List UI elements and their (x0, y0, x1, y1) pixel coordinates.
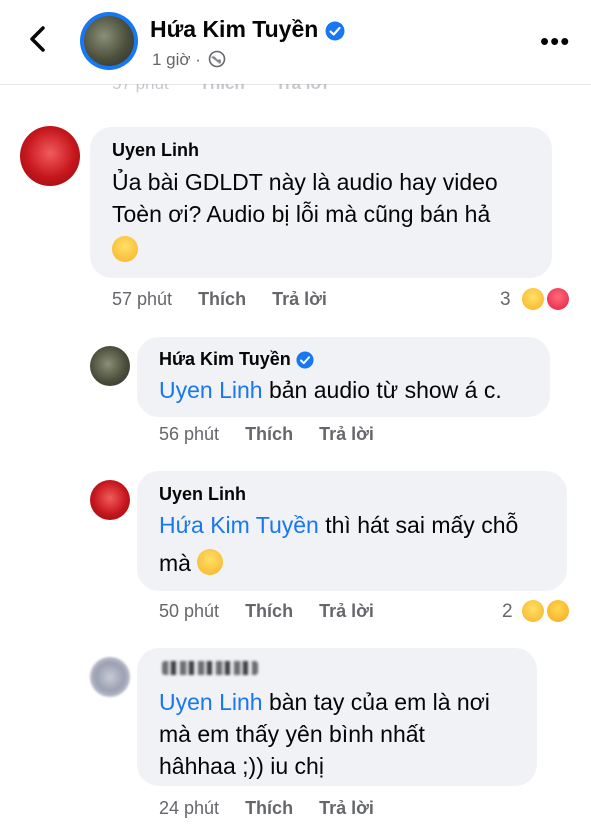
verified-badge-icon (325, 21, 345, 41)
comment-text-line: Hứa Kim Tuyền thì hát sai mấy chỗ (159, 509, 518, 541)
comment-time[interactable]: 24 phút (159, 798, 219, 819)
haha-reaction-icon (522, 288, 544, 310)
comment-actions: 50 phút Thích Trả lời (159, 601, 374, 622)
comment-text-line: mà em thấy yên bình nhất (159, 721, 425, 747)
haha-reaction-icon (522, 600, 544, 622)
love-reaction-icon (547, 288, 569, 310)
like-button[interactable]: Thích (245, 798, 293, 819)
comment-text-line: mà (159, 547, 224, 579)
comment-time[interactable]: 57 phút (112, 289, 172, 310)
reaction-count[interactable]: 3 (500, 289, 511, 311)
like-button[interactable]: Thích (198, 289, 246, 310)
reaction-count[interactable]: 2 (502, 601, 513, 623)
mention-link[interactable]: Uyen Linh (159, 377, 263, 403)
comment-text-body: thì hát sai mấy chỗ (318, 512, 519, 538)
reply-button[interactable]: Trả lời (272, 289, 327, 310)
comment-author[interactable]: Uyen Linh (159, 484, 246, 505)
grinning-sweat-emoji (112, 234, 138, 266)
back-button[interactable] (24, 24, 54, 54)
cut-action-row: 57 phút Thích Trả lời (112, 84, 327, 96)
more-options-button[interactable]: ••• (540, 28, 570, 54)
author-name[interactable]: Hứa Kim Tuyền (150, 16, 318, 42)
comment-text-line: Ủa bài GDLDT này là audio hay video (112, 169, 498, 195)
avatar-uyen-linh[interactable] (20, 126, 80, 186)
comment-time[interactable]: 50 phút (159, 601, 219, 622)
ellipsis-icon: ••• (540, 26, 571, 56)
comment-actions: 24 phút Thích Trả lời (159, 798, 374, 819)
post-header: Hứa Kim Tuyền 1 giờ · ••• (0, 0, 591, 85)
rolling-laughing-emoji (197, 549, 224, 575)
reply-button[interactable]: Trả lời (319, 798, 374, 819)
comment-actions: 57 phút Thích Trả lời (112, 289, 327, 310)
post-time[interactable]: 1 giờ · (152, 50, 201, 69)
comment-author[interactable]: Uyen Linh (112, 140, 199, 161)
like-button[interactable]: Thích (245, 601, 293, 622)
comment-text-line: Toèn ơi? Audio bị lỗi mà cũng bán hả (112, 201, 491, 227)
comment-text-line: Uyen Linh bàn tay của em là nơi (159, 686, 490, 718)
comment-text-body: bàn tay của em là nơi (262, 689, 490, 715)
post-time-row: 1 giờ · (152, 50, 226, 70)
globe-icon (208, 50, 225, 68)
like-button[interactable]: Thích (245, 424, 293, 445)
avatar-blurred[interactable] (90, 657, 130, 697)
author-name-wrapper[interactable]: Hứa Kim Tuyền (150, 16, 345, 43)
mention-link[interactable]: Uyen Linh (159, 689, 263, 715)
comment-author[interactable]: Hứa Kim Tuyền (159, 349, 291, 369)
comment-actions: 56 phút Thích Trả lời (159, 424, 374, 445)
blurred-author-name[interactable] (162, 661, 258, 675)
mention-link[interactable]: Hứa Kim Tuyền (159, 512, 319, 538)
comment-text-line: hâhhaa ;)) iu chị (159, 753, 324, 779)
avatar[interactable] (84, 16, 134, 66)
comment-text-body: bản audio từ show á c. (262, 377, 502, 403)
comment-text-body: mà (159, 550, 191, 576)
comment-time[interactable]: 56 phút (159, 424, 219, 445)
cut-time: 57 phút (112, 84, 169, 93)
verified-badge-icon (296, 351, 314, 369)
cut-like: Thích (199, 84, 244, 93)
avatar-uyen-linh[interactable] (90, 480, 130, 520)
care-reaction-icon (547, 600, 569, 622)
chevron-left-icon (30, 26, 45, 52)
cut-reply: Trả lời (276, 84, 328, 93)
reply-button[interactable]: Trả lời (319, 601, 374, 622)
avatar-hua-kim-tuyen[interactable] (90, 346, 130, 386)
comment-text: Uyen Linh bản audio từ show á c. (159, 374, 502, 406)
reply-button[interactable]: Trả lời (319, 424, 374, 445)
comment-author-row: Hứa Kim Tuyền (159, 349, 314, 370)
